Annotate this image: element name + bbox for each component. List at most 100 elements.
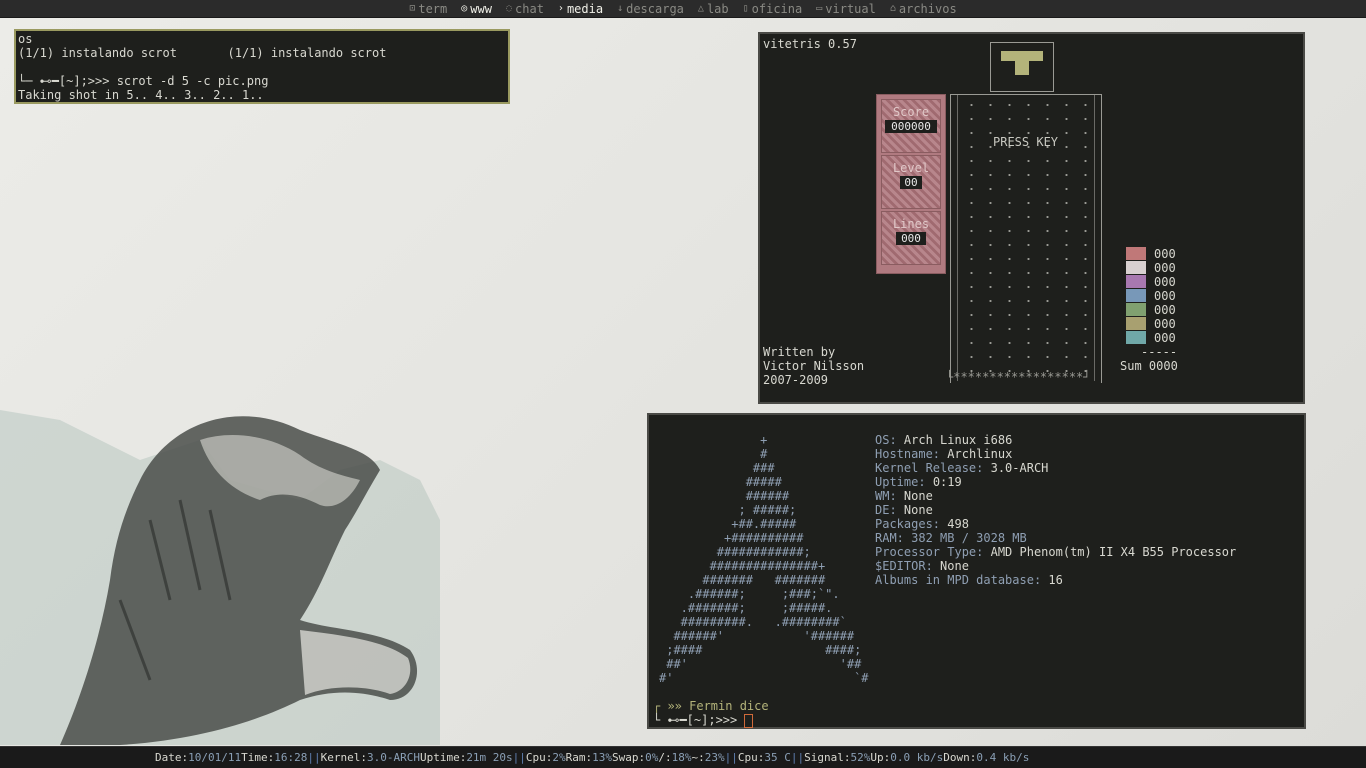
prompt-text: └ ⊷━[~];>>> [653, 713, 745, 727]
prompt-header: ┌ »» Fermin dice [653, 699, 769, 713]
piece-count: 000 [1154, 289, 1176, 303]
workspace-label: virtual [825, 1, 876, 16]
info-key: RAM: [875, 531, 904, 545]
info-row: RAM: 382 MB / 3028 MB [875, 531, 1236, 545]
info-row: Albums in MPD database: 16 [875, 573, 1236, 587]
piece-count: 000 [1154, 247, 1176, 261]
workspace-label: descarga [626, 1, 684, 16]
info-value: 382 MB / 3028 MB [911, 531, 1027, 545]
info-key: Kernel Release: [875, 461, 984, 475]
workspace-label: archivos [898, 1, 957, 16]
terminal-window[interactable]: os (1/1) instalando scrot (1/1) instalan… [14, 29, 510, 104]
credit-author: Victor Nilsson [763, 359, 865, 373]
status-value: 13% [592, 751, 613, 764]
info-row: Processor Type: AMD Phenom(tm) II X4 B55… [875, 545, 1236, 559]
info-key: DE: [875, 503, 897, 517]
sysinfo-terminal[interactable]: + # ### ##### ###### ; #####; +##.##### … [647, 413, 1306, 729]
lion-wallpaper [0, 410, 440, 745]
info-row: WM: None [875, 489, 1236, 503]
status-key: Time: [241, 751, 275, 764]
workspace-media[interactable]: › media [558, 2, 603, 16]
info-key: $EDITOR: [875, 559, 933, 573]
workspace-lab[interactable]: △ lab [698, 2, 729, 16]
info-row: Packages: 498 [875, 517, 1236, 531]
status-key: Signal: [804, 751, 851, 764]
workspace-descarga[interactable]: ↓ descarga [617, 2, 684, 16]
status-key: /: [658, 751, 672, 764]
stats-panel: Score 000000 Level 00 Lines 000 [876, 94, 946, 274]
piece-o-icon [1126, 261, 1146, 274]
status-key: Swap: [612, 751, 646, 764]
virtual-icon: ▭ [816, 3, 823, 14]
status-bar: Date: 10/01/11 Time: 16:28 || Kernel: 3.… [0, 746, 1366, 768]
status-separator: || [790, 751, 805, 764]
workspace-label: oficina [751, 1, 803, 16]
status-key: Cpu: [525, 751, 553, 764]
status-value: 52% [850, 751, 871, 764]
workspace-label: term [418, 1, 448, 16]
info-value: None [903, 489, 933, 503]
workspace-label: chat [515, 1, 544, 16]
level-value: 00 [900, 176, 922, 189]
workspace-oficina[interactable]: ▯ oficina [743, 2, 803, 16]
info-row: DE: None [875, 503, 1236, 517]
office-icon: ▯ [742, 3, 749, 14]
status-key: Uptime: [419, 751, 467, 764]
status-key: Date: [155, 751, 189, 764]
download-icon: ↓ [617, 3, 624, 14]
info-key: OS: [875, 433, 897, 447]
workspace-chat[interactable]: ◌ chat [506, 2, 544, 16]
info-row: Kernel Release: 3.0-ARCH [875, 461, 1236, 475]
shell-prompt[interactable]: └ ⊷━[~];>>> [653, 713, 754, 728]
piece-t-icon [1126, 275, 1146, 288]
status-key: Up: [870, 751, 891, 764]
status-separator: || [724, 751, 738, 764]
piece-i-icon [1126, 247, 1146, 260]
info-value: 0:19 [932, 475, 962, 489]
info-key: Processor Type: [875, 545, 984, 559]
info-value: 3.0-ARCH [990, 461, 1049, 475]
piece-j-icon [1126, 289, 1146, 302]
workspace-www[interactable]: ◎ www [461, 2, 492, 16]
status-value: 10/01/11 [188, 751, 242, 764]
terminal-line: os [18, 32, 33, 46]
workspace-archivos[interactable]: ⌂ archivos [890, 2, 957, 16]
info-row: Hostname: Archlinux [875, 447, 1236, 461]
status-value: 23% [704, 751, 725, 764]
playfield: PRESS KEY [950, 94, 1102, 383]
workspace-label: lab [706, 1, 729, 16]
workspace-virtual[interactable]: ▭ virtual [816, 2, 876, 16]
sysinfo-fields: OS: Arch Linux i686 Hostname: Archlinux … [875, 433, 1236, 587]
term-icon: ⊡ [409, 3, 416, 14]
terminal-line: └─ ⊷━[~];>>> scrot -d 5 -c pic.png [18, 74, 269, 88]
vitetris-window[interactable]: vitetris 0.57 Score 000000 Level 00 Line… [758, 32, 1305, 404]
game-title: vitetris 0.57 [763, 37, 857, 51]
sum-total: Sum 0000 [1120, 359, 1178, 373]
status-separator: || [307, 751, 321, 764]
press-key-text: PRESS KEY [993, 135, 1059, 149]
status-key: Ram: [565, 751, 593, 764]
status-value: 0% [645, 751, 659, 764]
next-piece-box [990, 42, 1054, 92]
score-value: 000000 [885, 120, 937, 133]
piece-count: 000 [1154, 261, 1176, 275]
status-key: Down: [943, 751, 977, 764]
info-value: Archlinux [947, 447, 1013, 461]
piece-count: 000 [1154, 275, 1176, 289]
playfield-floor: └******************┘ [946, 370, 1091, 384]
credit-line: Written by [763, 345, 836, 359]
workspace-term[interactable]: ⊡ term [409, 2, 447, 16]
score-panel: Score 000000 [881, 99, 941, 153]
info-value: Arch Linux i686 [903, 433, 1013, 447]
lab-icon: △ [697, 3, 704, 14]
status-value: 21m 20s [466, 751, 513, 764]
status-key: Cpu: [737, 751, 765, 764]
chat-icon: ◌ [505, 3, 513, 14]
status-value: 3.0-ARCH [366, 751, 420, 764]
status-value: 2% [552, 751, 566, 764]
status-value: 18% [671, 751, 692, 764]
www-icon: ◎ [461, 3, 468, 14]
piece-count: 000 [1154, 317, 1176, 331]
info-row: OS: Arch Linux i686 [875, 433, 1236, 447]
